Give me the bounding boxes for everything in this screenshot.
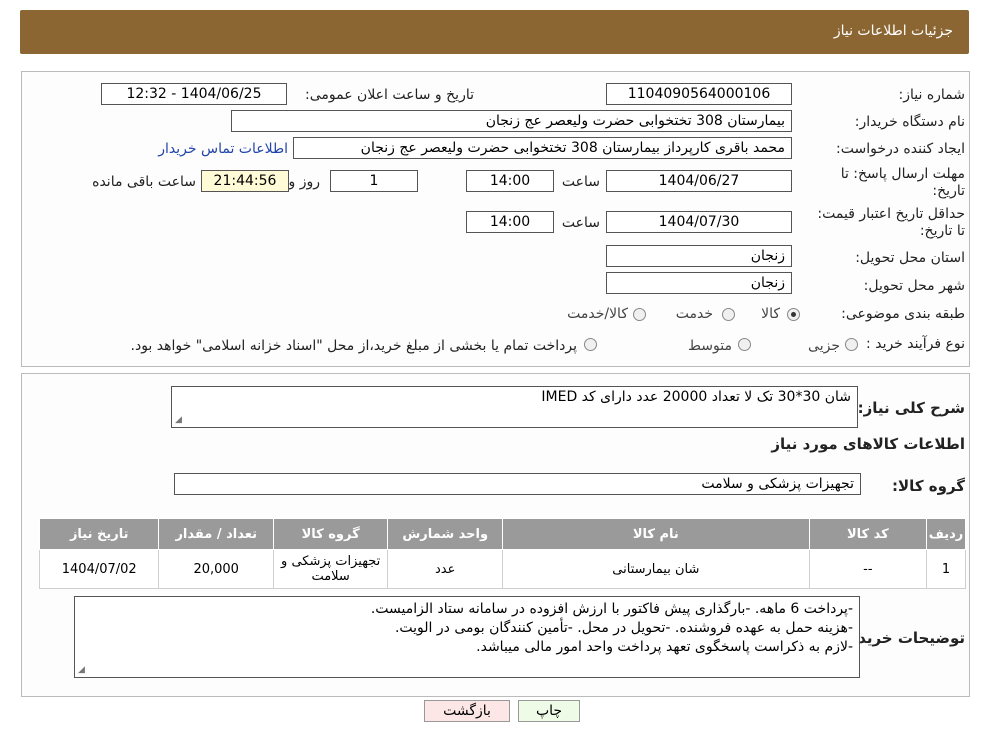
days-field: 1: [330, 170, 418, 192]
process-label: نوع فرآیند خرید :: [866, 336, 965, 352]
cell-goods-code: --: [808, 549, 928, 589]
province-field: زنجان: [606, 245, 792, 267]
col-header-unit: واحد شمارش: [387, 518, 504, 550]
col-header-goods-group: گروه کالا: [272, 518, 389, 550]
col-header-quantity: تعداد / مقدار: [158, 518, 274, 550]
col-header-goods-name: نام کالا: [502, 518, 810, 550]
validity-date-field: 1404/07/30: [606, 211, 792, 233]
validity-label: حداقل تاریخ اعتبار قیمت: تا تاریخ:: [817, 206, 965, 239]
category-radio-goods-service[interactable]: [633, 308, 646, 321]
category-option-goods-service: کالا/خدمت: [567, 306, 628, 322]
description-label: شرح کلی نیاز:: [857, 399, 965, 417]
process-radio-minor[interactable]: [845, 338, 858, 351]
cell-goods-name: شان بیمارستانی: [502, 549, 810, 589]
buyer-notes-textarea[interactable]: -پرداخت 6 ماهه. -بارگذاری پیش فاکتور با …: [74, 596, 860, 678]
process-note: پرداخت تمام یا بخشی از مبلغ خرید،از محل …: [130, 338, 577, 354]
treasury-bonds-checkbox[interactable]: [584, 338, 597, 351]
city-field: زنجان: [606, 272, 792, 294]
page-header: جزئیات اطلاعات نیاز: [20, 10, 969, 54]
buyer-label: نام دستگاه خریدار:: [854, 114, 965, 130]
buyer-contact-link[interactable]: اطلاعات تماس خریدار: [158, 141, 288, 157]
process-radio-medium[interactable]: [738, 338, 751, 351]
goods-group-label: گروه کالا:: [892, 477, 965, 495]
cell-goods-group: تجهیزات پزشکی و سلامت: [272, 549, 389, 589]
table-header-row: ردیف کد کالا نام کالا واحد شمارش گروه کا…: [38, 518, 966, 550]
print-button[interactable]: چاپ: [518, 700, 580, 722]
category-option-service: خدمت: [675, 306, 713, 322]
category-radio-service[interactable]: [722, 308, 735, 321]
announce-label: تاریخ و ساعت اعلان عمومی:: [305, 87, 474, 103]
remaining-time-field: 21:44:56: [201, 170, 289, 192]
cell-row-number: 1: [926, 549, 966, 589]
cell-quantity: 20,000: [158, 549, 274, 589]
goods-group-field: تجهیزات پزشکی و سلامت: [174, 473, 861, 495]
col-header-goods-code: کد کالا: [808, 518, 928, 550]
goods-info-title: اطلاعات کالاهای مورد نیاز: [771, 435, 965, 453]
need-number-field: 1104090564000106: [606, 83, 792, 105]
page-title: جزئیات اطلاعات نیاز: [833, 23, 953, 39]
deadline-time-label: ساعت: [561, 174, 600, 190]
province-label: استان محل تحویل:: [855, 250, 965, 266]
process-option-minor: جزیی: [808, 338, 840, 354]
validity-time-field: 14:00: [466, 211, 554, 233]
description-text: شان 30*30 تک لا تعداد 20000 عدد دارای کد…: [541, 389, 851, 405]
buyer-field: بیمارستان 308 تختخوابی حضرت ولیعصر عج زن…: [231, 110, 792, 132]
creator-label: ایجاد کننده درخواست:: [836, 141, 965, 157]
col-header-row-number: ردیف: [926, 518, 966, 550]
resize-grip-icon: ◢: [78, 665, 85, 675]
validity-time-label: ساعت: [561, 215, 600, 231]
buyer-note-line: -لازم به ذکراست پاسخگوی تعهد پرداخت واحد…: [476, 639, 853, 655]
remaining-label: ساعت باقی مانده: [92, 174, 196, 190]
process-option-medium: متوسط: [688, 338, 732, 354]
goods-table: ردیف کد کالا نام کالا واحد شمارش گروه کا…: [38, 518, 966, 589]
need-number-label: شماره نیاز:: [898, 87, 966, 103]
category-label: طبقه بندی موضوعی:: [841, 306, 965, 322]
city-label: شهر محل تحویل:: [863, 278, 965, 294]
creator-field: محمد باقری کارپرداز بیمارستان 308 تختخوا…: [293, 137, 792, 159]
col-header-need-date: تاریخ نیاز: [38, 518, 160, 550]
buyer-note-line: -هزینه حمل به عهده فروشنده. -تحویل در مح…: [394, 620, 853, 636]
description-textarea[interactable]: شان 30*30 تک لا تعداد 20000 عدد دارای کد…: [171, 386, 858, 428]
announce-field: 1404/06/25 - 12:32: [101, 83, 287, 105]
deadline-date-field: 1404/06/27: [606, 170, 792, 192]
cell-need-date: 1404/07/02: [38, 549, 160, 589]
buyer-note-line: -پرداخت 6 ماهه. -بارگذاری پیش فاکتور با …: [370, 601, 853, 617]
table-row: 1 -- شان بیمارستانی عدد تجهیزات پزشکی و …: [38, 549, 966, 589]
resize-grip-icon: ◢: [175, 415, 182, 425]
category-radio-goods[interactable]: [787, 308, 800, 321]
deadline-label: مهلت ارسال پاسخ: تا تاریخ:: [840, 166, 965, 199]
category-option-goods: کالا: [761, 306, 780, 322]
days-label: روز و: [288, 174, 321, 190]
cell-unit: عدد: [387, 549, 504, 589]
deadline-time-field: 14:00: [466, 170, 554, 192]
back-button[interactable]: بازگشت: [424, 700, 510, 722]
